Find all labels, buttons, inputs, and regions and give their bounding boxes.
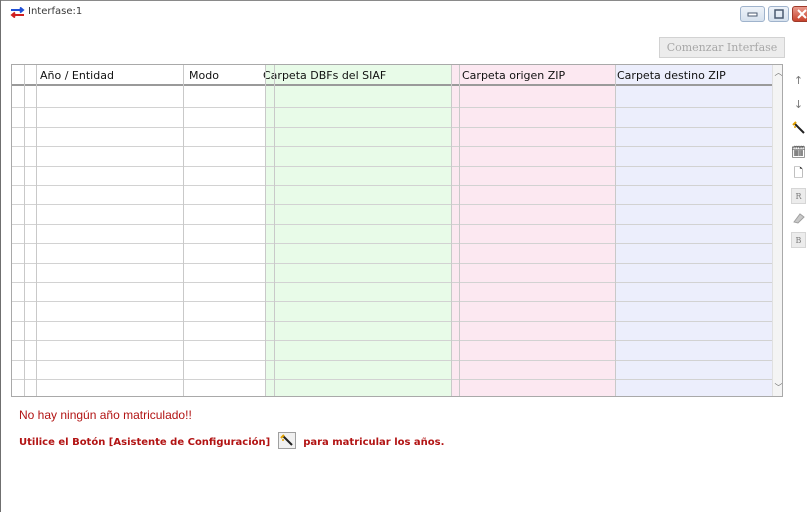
configuration-wizard-button[interactable] [789, 120, 807, 136]
interface-window: Interfase:1 Comenzar Interfase Año / Ent… [0, 0, 807, 512]
table-row[interactable] [12, 359, 772, 361]
table-row[interactable] [12, 379, 772, 380]
new-document-icon: 🗋 [793, 165, 804, 180]
eraser-button[interactable] [789, 210, 807, 226]
table-row[interactable] [12, 320, 772, 322]
interface-arrows-icon [10, 7, 25, 18]
wizard-hint-prefix: Utilice el Botón [Asistente de Configura… [19, 437, 271, 448]
b-button-icon: B [795, 235, 802, 245]
table-row[interactable] [12, 165, 772, 167]
arrow-up-icon: ↑ [793, 73, 804, 87]
column-header-carpeta-destino[interactable]: Carpeta destino ZIP [617, 69, 726, 82]
column-header-anio-entidad[interactable]: Año / Entidad [40, 69, 114, 82]
column-divider [183, 65, 184, 396]
arrow-down-icon: ↓ [793, 97, 804, 111]
column-header-carpeta-origen[interactable]: Carpeta origen ZIP [462, 69, 565, 82]
table-row[interactable] [12, 243, 772, 245]
wizard-hint-suffix: para matricular los años. [303, 437, 445, 448]
column-divider [24, 65, 25, 396]
column-divider [459, 65, 460, 396]
column-header-modo[interactable]: Modo [189, 69, 219, 82]
eraser-icon [792, 213, 805, 224]
move-down-button[interactable]: ↓ [789, 96, 807, 112]
move-up-button[interactable]: ↑ [789, 72, 807, 88]
wizard-hint-message: Utilice el Botón [Asistente de Configura… [19, 432, 445, 451]
r-button[interactable]: R [791, 188, 806, 204]
table-row[interactable] [12, 146, 772, 148]
grid-vertical-scrollbar[interactable]: ︿ ﹀ [772, 65, 783, 396]
column-divider [274, 65, 275, 396]
carpeta-origen-column-bg [451, 65, 615, 396]
table-row[interactable] [12, 126, 772, 128]
title-bar[interactable]: Interfase:1 [1, 0, 807, 23]
close-button[interactable] [792, 6, 807, 22]
table-row[interactable] [12, 107, 772, 109]
close-icon [797, 9, 807, 19]
calendar-button[interactable]: 🗓 [789, 144, 807, 160]
no-years-message: No hay ningún año matriculado!! [19, 408, 192, 422]
table-row[interactable] [12, 223, 772, 225]
table-row[interactable] [12, 262, 772, 264]
table-row[interactable] [12, 204, 772, 206]
column-divider [36, 65, 37, 396]
table-row[interactable] [12, 340, 772, 342]
new-document-button[interactable]: 🗋 [789, 166, 807, 182]
grid-header: Año / Entidad Modo Carpeta DBFs del SIAF… [12, 65, 772, 86]
b-button[interactable]: B [791, 232, 806, 248]
r-button-icon: R [795, 191, 802, 201]
maximize-button[interactable] [768, 6, 789, 22]
scroll-up-icon[interactable]: ︿ [774, 67, 783, 78]
minimize-button[interactable] [740, 6, 765, 22]
table-row[interactable] [12, 301, 772, 303]
calendar-icon: 🗓 [790, 145, 807, 159]
wizard-wand-icon [277, 432, 296, 449]
column-divider [265, 65, 266, 396]
carpeta-dbfs-column-bg [265, 65, 451, 396]
comenzar-interfase-button[interactable]: Comenzar Interfase [659, 37, 785, 58]
maximize-icon [773, 9, 784, 19]
minimize-icon [747, 12, 758, 17]
table-row[interactable] [12, 185, 772, 186]
carpeta-destino-column-bg [615, 65, 772, 396]
scroll-down-icon[interactable]: ﹀ [774, 382, 783, 393]
interface-grid[interactable]: Año / Entidad Modo Carpeta DBFs del SIAF… [11, 64, 783, 397]
column-divider [615, 65, 616, 396]
column-divider [451, 65, 452, 396]
column-header-carpeta-dbfs[interactable]: Carpeta DBFs del SIAF [263, 69, 386, 82]
window-title: Interfase:1 [28, 6, 83, 17]
table-row[interactable] [12, 282, 772, 283]
wizard-wand-icon [791, 121, 805, 134]
